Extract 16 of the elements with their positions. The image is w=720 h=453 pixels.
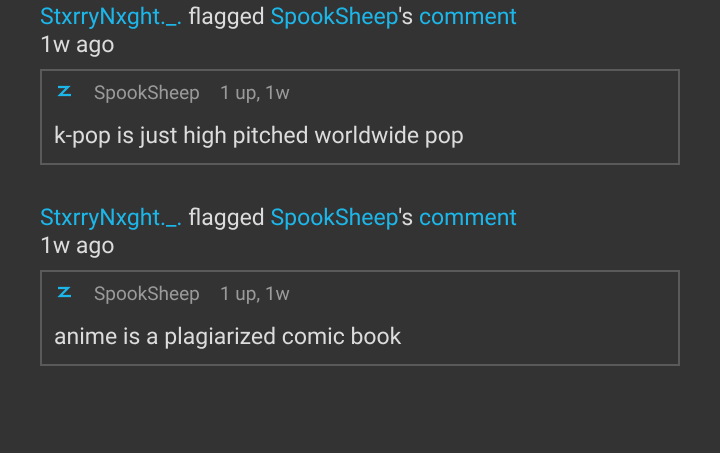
user-link[interactable]: StxrryNxght._.: [40, 204, 182, 231]
comment-author[interactable]: SpookSheep: [94, 81, 200, 104]
comment-author[interactable]: SpookSheep: [94, 282, 200, 305]
comment-link[interactable]: comment: [419, 3, 517, 30]
activity-sentence: StxrryNxght._. flagged SpookSheep's comment: [40, 2, 518, 31]
comment-link[interactable]: comment: [419, 204, 517, 231]
user-link[interactable]: SpookSheep: [270, 3, 398, 30]
comment-meta: 1 up, 1w: [220, 282, 290, 305]
comment-meta: 1 up, 1w: [220, 81, 290, 104]
activity-sentence: StxrryNxght._. flagged SpookSheep's comment: [40, 203, 518, 232]
comment-text: k-pop is just high pitched worldwide pop: [54, 122, 465, 149]
timestamp: 1w ago: [40, 31, 116, 58]
comment-text: anime is a plagiarized comic book: [54, 323, 402, 350]
timestamp: 1w ago: [40, 232, 116, 259]
user-link[interactable]: StxrryNxght._.: [40, 3, 182, 30]
user-link[interactable]: SpookSheep: [270, 204, 398, 231]
